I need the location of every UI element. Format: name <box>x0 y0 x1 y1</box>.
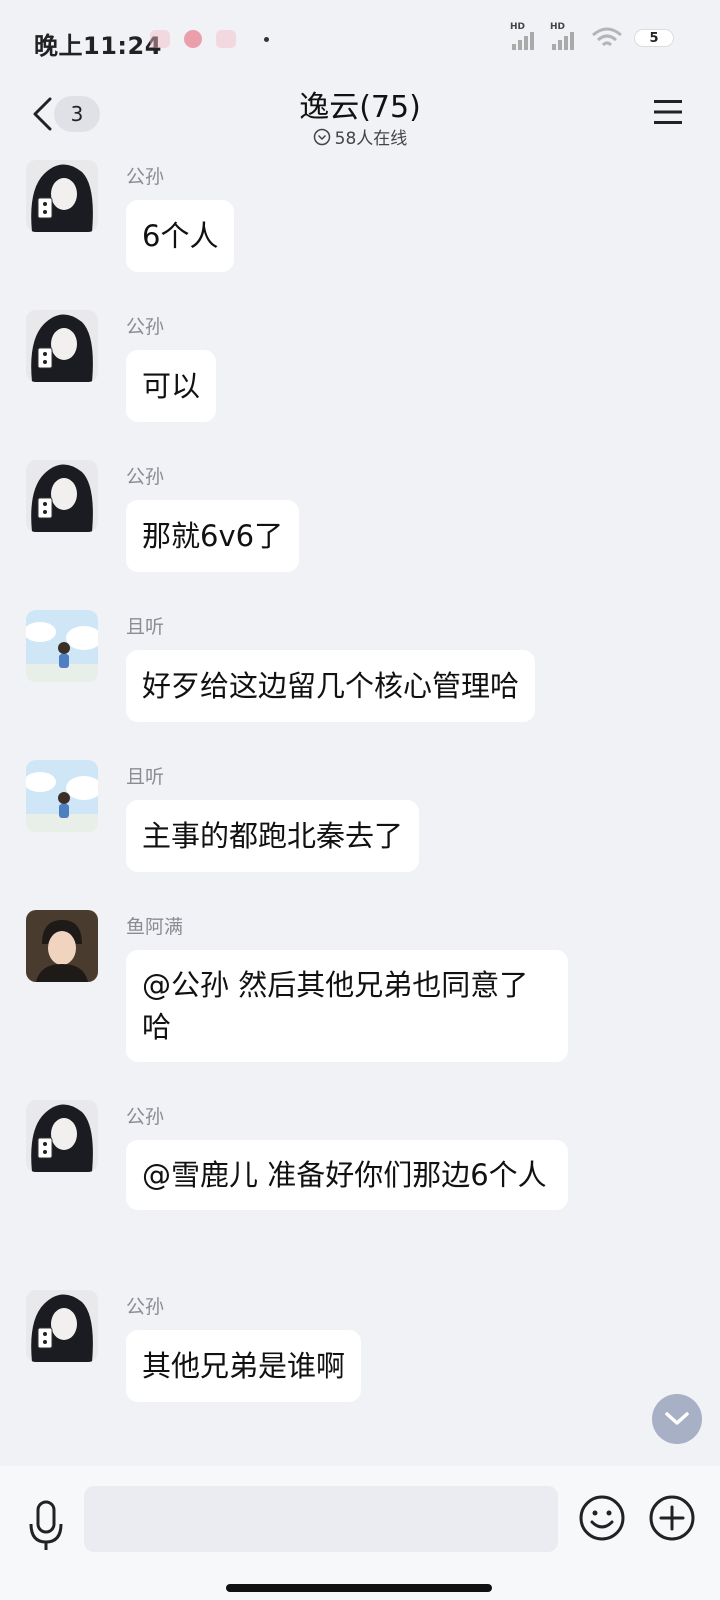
message-item: 公孙 可以 <box>0 302 720 452</box>
message-list[interactable]: 公孙 6个人 公孙 可以 公孙 那就6v6了 且听 好歹给这边留几个核心管理哈 … <box>0 152 720 1432</box>
message-bubble[interactable]: 那就6v6了 <box>126 500 300 572</box>
menu-button[interactable] <box>652 98 684 126</box>
message-bubble[interactable]: 好歹给这边留几个核心管理哈 <box>126 650 536 722</box>
hamburger-menu-icon <box>654 100 682 124</box>
voice-input-button[interactable] <box>26 1498 66 1552</box>
chevron-down-circle-icon <box>313 128 330 145</box>
avatar[interactable] <box>26 460 98 532</box>
microphone-icon <box>29 1500 63 1550</box>
message-item: 且听 好歹给这边留几个核心管理哈 <box>0 602 720 752</box>
battery-icon: 5 <box>634 29 674 47</box>
message-input[interactable] <box>84 1486 558 1552</box>
status-indicators: HD HD 5 <box>510 22 674 50</box>
avatar[interactable] <box>26 1100 98 1172</box>
input-bar <box>0 1466 720 1600</box>
online-count: 58人在线 <box>334 129 408 149</box>
message-item: 鱼阿满 @公孙 然后其他兄弟也同意了哈 <box>0 902 720 1092</box>
message-item: 且听 主事的都跑北秦去了 <box>0 752 720 902</box>
avatar[interactable] <box>26 1290 98 1362</box>
avatar[interactable] <box>26 610 98 682</box>
emoji-icon <box>579 1495 625 1541</box>
message-bubble[interactable]: 可以 <box>126 350 217 422</box>
avatar[interactable] <box>26 160 98 232</box>
sender-name: 鱼阿满 <box>126 916 184 938</box>
message-item: 公孙 @雪鹿儿 准备好你们那边6个人 <box>0 1092 720 1282</box>
sim1-label: HD <box>510 22 526 32</box>
sender-name: 且听 <box>126 616 165 638</box>
message-bubble[interactable]: 6个人 <box>126 200 235 272</box>
app-notification-icon <box>150 30 170 48</box>
status-time: 晚上11:24 <box>34 32 162 60</box>
message-bubble[interactable]: @雪鹿儿 准备好你们那边6个人 <box>126 1140 568 1210</box>
app-notification-icon <box>184 30 202 48</box>
message-bubble[interactable]: 其他兄弟是谁啊 <box>126 1330 362 1402</box>
chevron-down-icon <box>665 1412 689 1425</box>
sender-name: 公孙 <box>126 316 165 338</box>
home-indicator[interactable] <box>226 1584 492 1592</box>
message-item: 公孙 其他兄弟是谁啊 <box>0 1282 720 1432</box>
signal-sim1-icon: HD <box>510 22 540 50</box>
sender-name: 且听 <box>126 766 165 788</box>
notification-icons <box>150 30 269 48</box>
plus-icon <box>649 1495 695 1541</box>
message-item: 公孙 6个人 <box>0 152 720 302</box>
online-status[interactable]: 58人在线 <box>0 124 720 149</box>
sender-name: 公孙 <box>126 1296 165 1318</box>
message-bubble[interactable]: @公孙 然后其他兄弟也同意了哈 <box>126 950 568 1062</box>
chat-header: 3 逸云(75) 58人在线 <box>0 80 720 160</box>
scroll-to-bottom-button[interactable] <box>652 1394 702 1444</box>
app-notification-icon <box>216 30 236 48</box>
more-options-button[interactable] <box>648 1494 696 1542</box>
sender-name: 公孙 <box>126 1106 165 1128</box>
avatar[interactable] <box>26 310 98 382</box>
more-notifications-dot <box>264 36 269 42</box>
chat-title[interactable]: 逸云(75) <box>0 82 720 126</box>
avatar[interactable] <box>26 910 98 982</box>
sim2-label: HD <box>550 22 566 32</box>
sender-name: 公孙 <box>126 166 165 188</box>
wifi-icon <box>592 27 622 47</box>
avatar[interactable] <box>26 760 98 832</box>
sender-name: 公孙 <box>126 466 165 488</box>
message-item: 公孙 那就6v6了 <box>0 452 720 602</box>
status-bar: 晚上11:24 HD HD 5 <box>0 0 720 80</box>
signal-sim2-icon: HD <box>550 22 580 50</box>
emoji-button[interactable] <box>578 1494 626 1542</box>
message-bubble[interactable]: 主事的都跑北秦去了 <box>126 800 420 872</box>
